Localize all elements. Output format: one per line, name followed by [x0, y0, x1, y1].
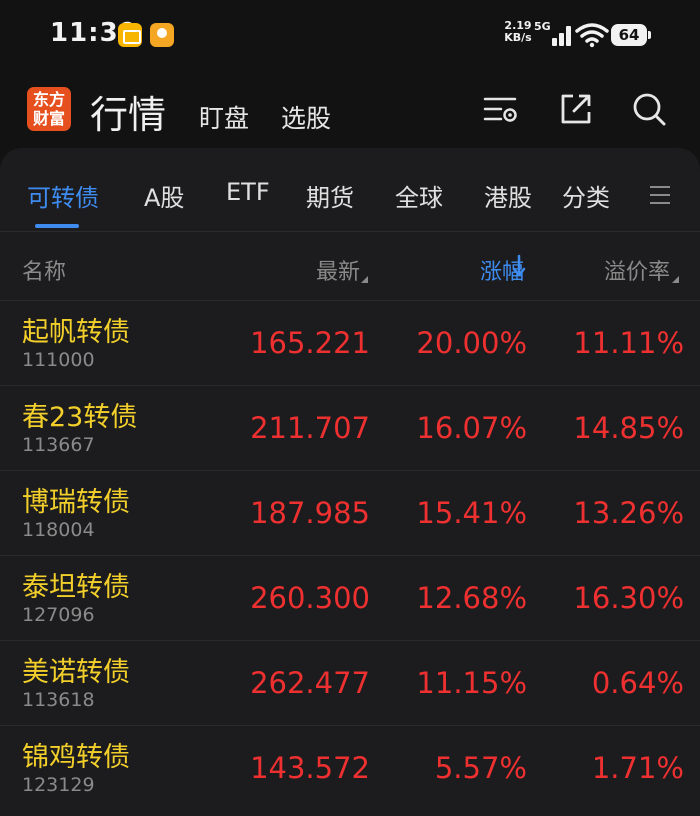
latest-price: 262.477: [250, 666, 370, 700]
battery-indicator: 64: [611, 24, 651, 46]
column-name: 名称: [22, 260, 67, 285]
settings-icon[interactable]: [482, 90, 520, 128]
stock-screener-link[interactable]: 选股: [281, 99, 331, 135]
table-row[interactable]: 起帆转债 111000 165.221 20.00% 11.11%: [0, 300, 700, 385]
bond-code: 118004: [22, 519, 95, 541]
mail-notification-icon: [118, 23, 142, 47]
sort-descending-icon: [512, 254, 526, 277]
sort-triangle-icon: [361, 276, 368, 283]
tab-etf[interactable]: ETF: [226, 178, 270, 206]
table-row[interactable]: 锦鸡转债 123129 143.572 5.57% 1.71%: [0, 725, 700, 810]
tab-hk-stocks[interactable]: 港股: [484, 178, 532, 213]
bond-name: 泰坦转债: [22, 572, 130, 603]
table-row[interactable]: 泰坦转债 127096 260.300 12.68% 16.30%: [0, 555, 700, 640]
bond-name: 美诺转债: [22, 657, 130, 688]
table-row[interactable]: 美诺转债 113618 262.477 11.15% 0.64%: [0, 640, 700, 725]
latest-price: 143.572: [250, 751, 370, 785]
latest-price: 165.221: [250, 326, 370, 360]
change-percent: 5.57%: [434, 751, 527, 785]
app-logo[interactable]: 东方 财富: [27, 87, 71, 131]
bond-list: 起帆转债 111000 165.221 20.00% 11.11% 春23转债 113667…: [0, 300, 700, 810]
tab-a-shares[interactable]: A股: [144, 178, 184, 213]
latest-price: 260.300: [250, 581, 370, 615]
premium-rate: 11.11%: [573, 326, 684, 360]
bond-name: 博瑞转债: [22, 487, 130, 518]
network-speed-unit: KB/s: [504, 31, 532, 44]
sort-triangle-icon: [672, 276, 679, 283]
bond-code: 123129: [22, 774, 95, 796]
premium-rate: 14.85%: [573, 411, 684, 445]
bond-code: 113618: [22, 689, 95, 711]
network-speed: 2.19 KB/s: [502, 20, 534, 44]
premium-rate: 16.30%: [573, 581, 684, 615]
table-row[interactable]: 博瑞转债 118004 187.985 15.41% 13.26%: [0, 470, 700, 555]
change-percent: 12.68%: [416, 581, 527, 615]
tab-futures[interactable]: 期货: [306, 178, 354, 213]
search-icon[interactable]: [630, 90, 668, 128]
bond-code: 127096: [22, 604, 95, 626]
market-card: 可转债 A股 ETF 期货 全球 港股 分类 名称 最新 涨幅 溢价率 起帆转债…: [0, 148, 700, 816]
latest-price: 211.707: [250, 411, 370, 445]
bond-name: 春23转债: [22, 402, 138, 433]
status-bar: 11:39 2.19 KB/s 5G 64: [0, 0, 700, 70]
tab-categories[interactable]: 分类: [562, 178, 610, 213]
logo-line-1: 东方: [32, 90, 65, 109]
premium-rate: 1.71%: [591, 751, 684, 785]
change-percent: 15.41%: [416, 496, 527, 530]
premium-rate: 13.26%: [573, 496, 684, 530]
app-notification-icon: [150, 23, 174, 47]
signal-icon: [536, 24, 572, 46]
premium-rate: 0.64%: [591, 666, 684, 700]
column-price[interactable]: 最新: [316, 254, 360, 286]
app-header: 东方 财富 行情 盯盘 选股: [0, 70, 700, 148]
tab-convertible-bonds[interactable]: 可转债: [27, 178, 99, 213]
column-header: 名称 最新 涨幅 溢价率: [0, 232, 700, 300]
active-tab-indicator: [35, 224, 79, 228]
tab-global[interactable]: 全球: [395, 178, 443, 213]
table-row[interactable]: 春23转债 113667 211.707 16.07% 14.85%: [0, 385, 700, 470]
change-percent: 11.15%: [416, 666, 527, 700]
bond-code: 113667: [22, 434, 95, 456]
column-premium[interactable]: 溢价率: [604, 254, 670, 286]
bond-name: 起帆转债: [22, 317, 130, 348]
latest-price: 187.985: [250, 496, 370, 530]
market-tabs: 可转债 A股 ETF 期货 全球 港股 分类: [0, 148, 700, 231]
change-percent: 16.07%: [416, 411, 527, 445]
tabs-menu-icon[interactable]: [650, 186, 672, 204]
wifi-icon: [575, 23, 609, 48]
bond-code: 111000: [22, 349, 95, 371]
share-icon[interactable]: [557, 90, 595, 128]
bond-name: 锦鸡转债: [22, 742, 130, 773]
change-percent: 20.00%: [416, 326, 527, 360]
watch-link[interactable]: 盯盘: [199, 99, 249, 135]
logo-line-2: 财富: [32, 109, 65, 128]
page-title: 行情: [90, 93, 167, 137]
